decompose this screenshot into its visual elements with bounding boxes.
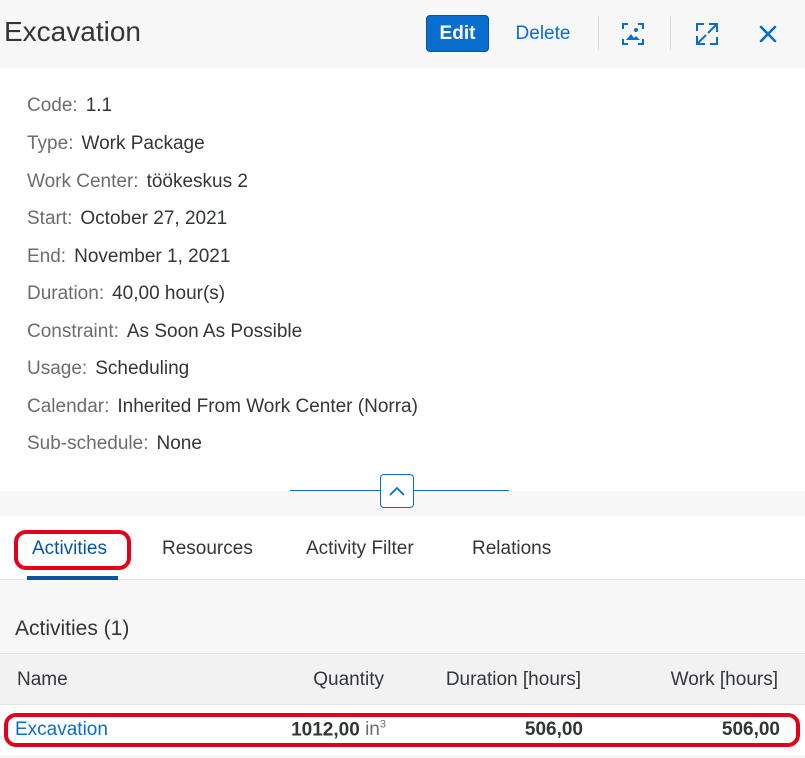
detail-duration: Duration: 40,00 hour(s): [27, 283, 226, 304]
highlight-annotation-tab: [14, 530, 131, 570]
expand-icon: [696, 22, 718, 45]
object-image-button[interactable]: [615, 15, 651, 52]
activities-table-title: Activities (1): [15, 617, 130, 640]
column-header-quantity[interactable]: Quantity: [313, 669, 384, 691]
toolbar-separator: [670, 16, 671, 50]
column-header-work[interactable]: Work [hours]: [671, 669, 778, 691]
object-header: Excavation Edit Delete: [0, 0, 805, 68]
detail-constraint: Constraint: As Soon As Possible: [27, 321, 303, 342]
close-button[interactable]: [750, 15, 786, 52]
details-panel: Code: 1.1 Type: Work Package Work Center: t…: [0, 68, 805, 491]
column-header-name[interactable]: Name: [17, 669, 68, 691]
collapse-header-button[interactable]: [380, 474, 414, 508]
column-header-duration[interactable]: Duration [hours]: [446, 669, 581, 691]
detail-type: Type: Work Package: [27, 133, 205, 154]
active-tab-indicator: [27, 576, 118, 580]
chevron-up-icon: [389, 486, 405, 496]
close-icon: [759, 25, 777, 42]
image-focus-icon: [622, 22, 644, 45]
detail-code: Code: 1.1: [27, 95, 113, 116]
detail-end: End: November 1, 2021: [27, 246, 231, 267]
tab-activity-filter[interactable]: Activity Filter: [306, 538, 414, 560]
delete-button[interactable]: Delete: [503, 15, 583, 52]
detail-work-center: Work Center: töökeskus 2: [27, 171, 248, 192]
detail-calendar: Calendar: Inherited From Work Center (Nor…: [27, 396, 418, 417]
detail-usage: Usage: Scheduling: [27, 358, 190, 379]
highlight-annotation-row: [4, 713, 800, 747]
activities-table-header: Name Quantity Duration [hours] Work [hou…: [0, 653, 805, 705]
detail-start: Start: October 27, 2021: [27, 208, 228, 229]
full-screen-button[interactable]: [689, 15, 725, 52]
header-divider-right: [414, 490, 509, 491]
tab-relations[interactable]: Relations: [472, 538, 551, 560]
edit-button[interactable]: Edit: [426, 15, 489, 52]
page-title: Excavation: [4, 16, 141, 47]
toolbar-separator: [598, 16, 599, 50]
detail-sub-schedule: Sub-schedule: None: [27, 433, 202, 454]
header-divider-left: [290, 490, 380, 491]
tab-resources[interactable]: Resources: [162, 538, 253, 560]
